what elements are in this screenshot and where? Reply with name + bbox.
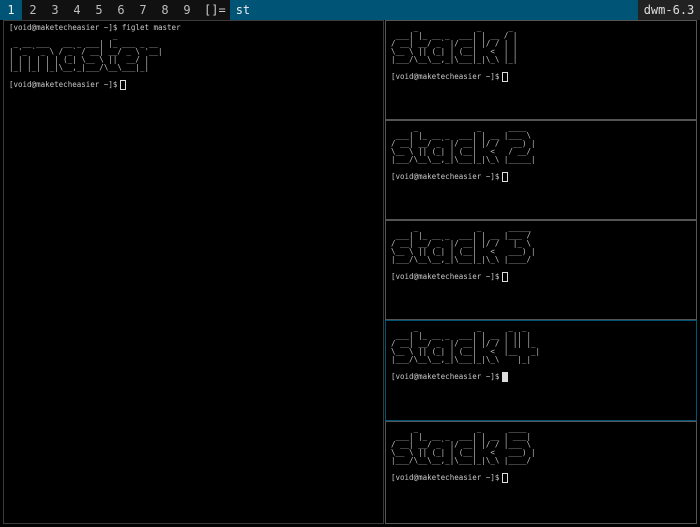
terminal-cursor <box>502 172 509 182</box>
prompt-line[interactable]: [void@maketecheasier ~]$ <box>391 372 691 382</box>
terminal-cursor <box>502 372 509 382</box>
tag-3[interactable]: 3 <box>44 0 66 20</box>
prompt-text: [void@maketecheasier ~]$ <box>391 473 500 482</box>
prompt-line[interactable]: [void@maketecheasier ~]$ <box>391 172 691 182</box>
terminal-cursor <box>502 272 509 282</box>
figlet-output: _ _ __ ___ __ _ ___| |_ ___ _ __ | '_ ` … <box>9 31 163 72</box>
tag-5[interactable]: 5 <box>88 0 110 20</box>
prompt-text: [void@maketecheasier ~]$ <box>391 372 500 381</box>
tag-8[interactable]: 8 <box>154 0 176 20</box>
desktop: 1 2 3 4 5 6 7 8 9 []= st dwm-6.3 [void@m… <box>0 0 700 527</box>
status-text: dwm-6.3 <box>638 0 700 20</box>
stack-terminal-1[interactable]: _ _ _ ___| |_ __ _ ___| | __ / | / __| _… <box>385 20 697 120</box>
prompt-line[interactable]: [void@maketecheasier ~]$ <box>391 72 691 82</box>
figlet-output: _ _ ____ ___| |_ __ _ ___| | __ |___ \ /… <box>391 123 536 164</box>
terminal-cursor <box>120 80 127 90</box>
figlet-output: _ _ _____ ___| |_ __ _ ___| | __ |___ / … <box>391 223 536 264</box>
tag-4[interactable]: 4 <box>66 0 88 20</box>
prompt-line[interactable]: [void@maketecheasier ~]$ <box>391 473 691 483</box>
stack-terminal-5[interactable]: _ _ ____ ___| |_ __ _ ___| | __ | ___| /… <box>385 421 697 524</box>
dwm-status-bar: 1 2 3 4 5 6 7 8 9 []= st dwm-6.3 <box>0 0 700 20</box>
window-title: st <box>229 0 638 20</box>
tag-1[interactable]: 1 <box>0 0 22 20</box>
figlet-output: _ _ ____ ___| |_ __ _ ___| | __ | ___| /… <box>391 424 536 465</box>
terminal-cursor <box>502 473 509 483</box>
figlet-output: _ _ _ _ ___| |_ __ _ ___| | __ | || | / … <box>391 323 541 364</box>
terminal-cursor <box>502 72 509 82</box>
prompt-text: [void@maketecheasier ~]$ <box>391 72 500 81</box>
prompt-text: [void@maketecheasier ~]$ <box>391 172 500 181</box>
tag-9[interactable]: 9 <box>176 0 198 20</box>
tag-6[interactable]: 6 <box>110 0 132 20</box>
tag-7[interactable]: 7 <box>132 0 154 20</box>
stack-terminal-3[interactable]: _ _ _____ ___| |_ __ _ ___| | __ |___ / … <box>385 220 697 320</box>
master-terminal[interactable]: [void@maketecheasier ~]$ figlet master _… <box>3 20 384 524</box>
figlet-output: _ _ _ ___| |_ __ _ ___| | __ / | / __| _… <box>391 23 518 64</box>
layout-symbol[interactable]: []= <box>198 0 230 20</box>
prompt-line[interactable]: [void@maketecheasier ~]$ <box>391 272 691 282</box>
stack-terminal-2[interactable]: _ _ ____ ___| |_ __ _ ___| | __ |___ \ /… <box>385 120 697 220</box>
prompt-text: [void@maketecheasier ~]$ <box>391 272 500 281</box>
prompt-text: [void@maketecheasier ~]$ <box>9 80 118 89</box>
stack-terminal-4[interactable]: _ _ _ _ ___| |_ __ _ ___| | __ | || | / … <box>385 320 697 421</box>
tag-2[interactable]: 2 <box>22 0 44 20</box>
prompt-line[interactable]: [void@maketecheasier ~]$ <box>9 80 378 90</box>
